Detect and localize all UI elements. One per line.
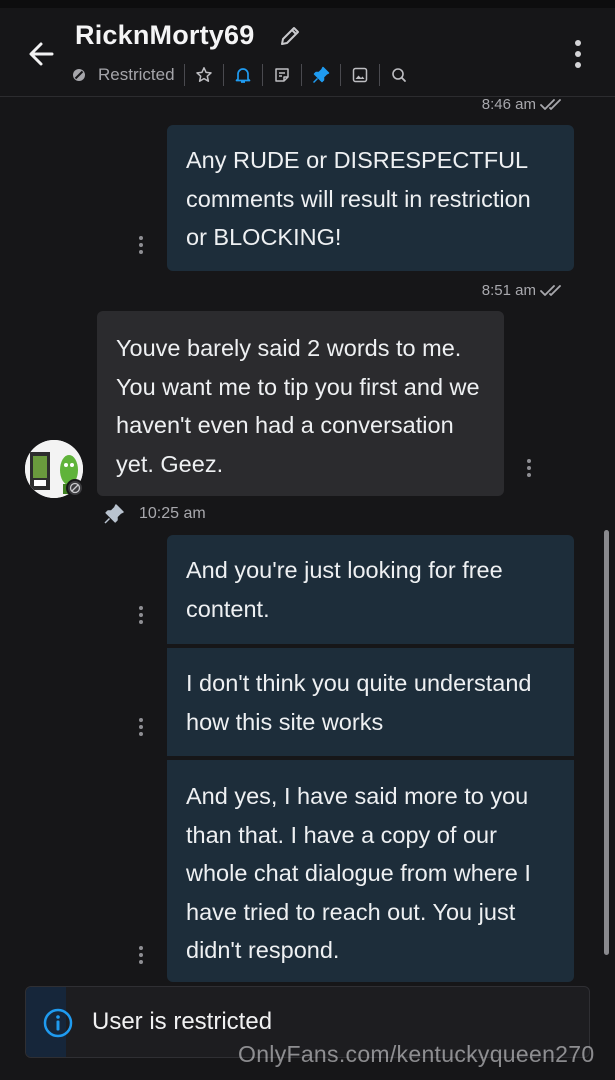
double-check-icon	[540, 284, 561, 296]
avatar-restricted-badge	[66, 479, 84, 497]
toolbar-divider	[378, 64, 380, 86]
message-options-icon[interactable]	[137, 606, 145, 628]
message-options-icon[interactable]	[525, 459, 533, 481]
status-bar-strip	[0, 0, 615, 8]
outgoing-message[interactable]: And you're just looking for free content…	[167, 535, 574, 644]
outgoing-message[interactable]: Any RUDE or DISRESPECTFUL comments will …	[167, 125, 574, 271]
toolbar-divider	[261, 64, 263, 86]
pin-icon[interactable]	[103, 503, 125, 525]
restricted-icon	[69, 482, 81, 494]
message-timestamp: 8:51 am	[482, 282, 570, 299]
restricted-icon	[73, 69, 85, 81]
message-text: Youve barely said 2 words to me. You wan…	[116, 335, 480, 477]
message-text: Any RUDE or DISRESPECTFUL comments will …	[186, 147, 531, 250]
edit-pencil-icon[interactable]	[278, 24, 302, 48]
note-icon[interactable]	[272, 65, 292, 85]
chat-toolbar: Restricted	[72, 64, 409, 86]
message-text: And you're just looking for free content…	[186, 557, 503, 622]
kebab-icon	[575, 40, 581, 68]
toolbar-divider	[339, 64, 341, 86]
restricted-status: Restricted	[72, 65, 175, 85]
chat-header: RicknMorty69 Restricted	[0, 8, 615, 97]
pinned-timestamp: 10:25 am	[103, 503, 206, 525]
scrollbar[interactable]	[604, 530, 609, 955]
more-options-button[interactable]	[566, 36, 590, 72]
outgoing-message[interactable]: I don't think you quite understand how t…	[167, 648, 574, 756]
restricted-label: Restricted	[98, 65, 175, 84]
info-icon	[43, 1008, 73, 1038]
toolbar-divider	[300, 64, 302, 86]
message-options-icon[interactable]	[137, 946, 145, 968]
banner-text: User is restricted	[92, 1008, 273, 1035]
outgoing-message[interactable]: And yes, I have said more to you than th…	[167, 760, 574, 982]
double-check-icon	[540, 98, 561, 110]
toolbar-divider	[183, 64, 185, 86]
message-timestamp: 8:46 am	[482, 96, 570, 113]
message-options-icon[interactable]	[137, 236, 145, 258]
back-button[interactable]	[22, 34, 62, 74]
message-options-icon[interactable]	[137, 718, 145, 740]
toolbar-divider	[222, 64, 224, 86]
arrow-left-icon	[29, 42, 54, 66]
chat-title[interactable]: RicknMorty69	[75, 20, 254, 51]
search-icon[interactable]	[389, 65, 409, 85]
watermark: OnlyFans.com/kentuckyqueen270	[238, 1041, 595, 1067]
pin-icon[interactable]	[311, 65, 331, 85]
message-text: I don't think you quite understand how t…	[186, 670, 532, 735]
bell-icon[interactable]	[233, 65, 253, 85]
message-text: And yes, I have said more to you than th…	[186, 783, 531, 963]
image-icon[interactable]	[350, 65, 370, 85]
star-icon[interactable]	[194, 65, 214, 85]
incoming-message[interactable]: Youve barely said 2 words to me. You wan…	[97, 311, 504, 496]
